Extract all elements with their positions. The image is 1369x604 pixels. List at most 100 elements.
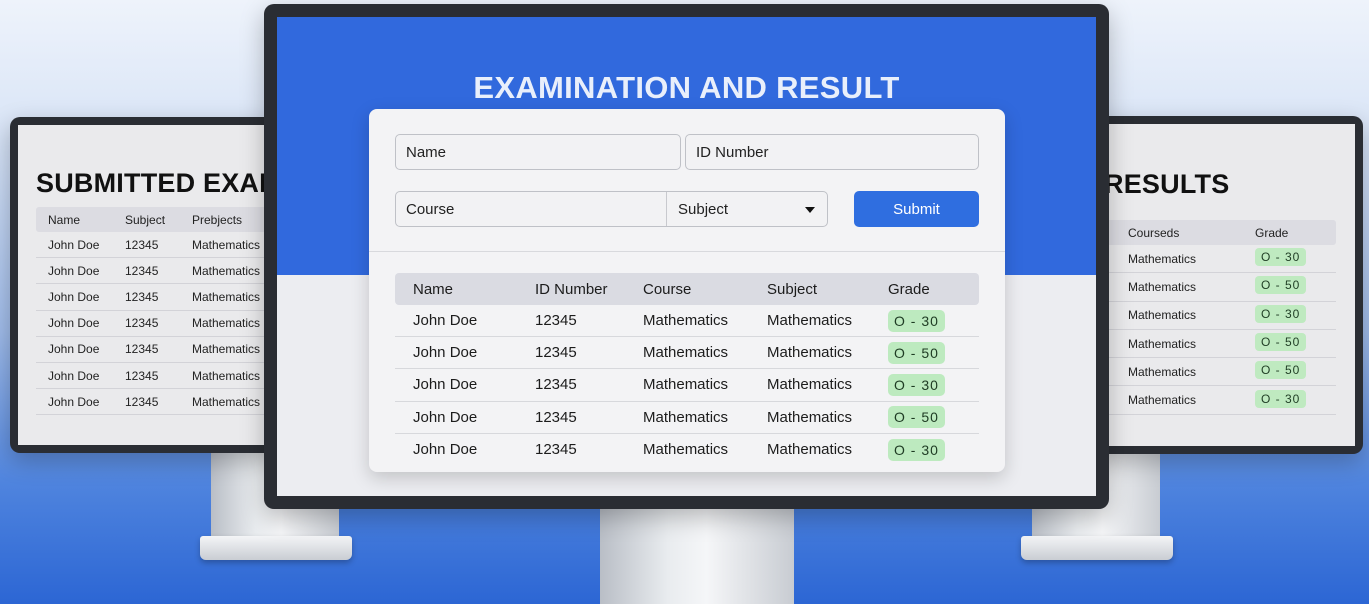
- cell-name: John Doe: [413, 312, 478, 330]
- table-row: John Doe 12345 Mathematics: [36, 363, 280, 390]
- table-row: John Doe 12345 Mathematics: [36, 311, 280, 337]
- center-monitor-screen: EXAMINATION AND RESULT Name ID Number Co…: [277, 17, 1096, 496]
- cell-subject: 12345: [125, 237, 159, 252]
- column-header-grade: Grade: [1255, 225, 1289, 240]
- cell-name: John Doe: [413, 376, 478, 394]
- cell-name: John Doe: [48, 289, 100, 304]
- cell-grade: O - 30: [888, 373, 979, 396]
- cell-course: Mathematics: [1128, 308, 1197, 323]
- cell-course: Mathematics: [643, 344, 729, 362]
- cell-name: John Doe: [48, 237, 100, 252]
- table-row: Mathematics O - 50: [1090, 330, 1336, 359]
- cell-subject: 12345: [125, 394, 159, 409]
- grade-badge: O - 50: [888, 406, 945, 429]
- table-row: Mathematics O - 50: [1090, 358, 1336, 387]
- table-row: John Doe 12345 Mathematics: [36, 232, 280, 259]
- grade-badge: O - 30: [888, 373, 945, 396]
- cell-grade: O - 50: [888, 341, 979, 364]
- page-title: EXAMINATION AND RESULT: [473, 70, 900, 105]
- submitted-exam-title: SUBMITTED EXAM: [36, 168, 280, 198]
- column-header-course: Course: [643, 280, 692, 298]
- right-monitor: RESULTS Courseds Grade Mathematics O - 30…: [1090, 116, 1363, 454]
- grade-badge: O - 30: [1255, 248, 1307, 267]
- cell-name: John Doe: [413, 441, 478, 459]
- course-input[interactable]: Course: [406, 201, 454, 218]
- cell-subject: 12345: [125, 263, 159, 278]
- cell-subject: Mathematics: [767, 312, 853, 330]
- table-row: John Doe 12345 Mathematics: [36, 284, 280, 311]
- cell-grade: O - 30: [1255, 389, 1335, 411]
- table-row: John Doe 12345 Mathematics Mathematics O - 5…: [395, 337, 979, 370]
- right-monitor-screen: RESULTS Courseds Grade Mathematics O - 30…: [1090, 124, 1355, 446]
- table-row: John Doe 12345 Mathematics: [36, 337, 280, 363]
- cell-grade: O - 30: [888, 438, 979, 461]
- left-monitor-stand-base: [200, 536, 352, 560]
- exam-form-card: Name ID Number Course Subject Submit Nam…: [369, 109, 1005, 472]
- cell-course: Mathematics: [1128, 364, 1197, 379]
- table-row: Mathematics O - 30: [1090, 386, 1336, 415]
- results-table-header: Courseds Grade: [1090, 220, 1336, 245]
- column-header-subject: Subject: [767, 280, 818, 298]
- name-input[interactable]: Name: [395, 134, 681, 170]
- table-row: Mathematics O - 30: [1090, 302, 1336, 330]
- subject-select-value: Subject: [678, 200, 729, 218]
- results-table-header: Name ID Number Course Subject Grade: [395, 273, 979, 305]
- cell-course: Mathematics: [643, 441, 729, 459]
- cell-course: Mathematics: [1128, 279, 1197, 294]
- cell-subject: 12345: [125, 342, 159, 357]
- column-header-subject: Subject: [125, 212, 166, 227]
- cell-id-number: 12345: [535, 344, 577, 362]
- table-row: Mathematics O - 30: [1090, 245, 1336, 274]
- cell-name: John Doe: [48, 368, 100, 383]
- cell-id-number: 12345: [535, 408, 577, 426]
- left-monitor: SUBMITTED EXAM Name Subject Prebjects Jo…: [10, 117, 280, 453]
- cell-subject: 12345: [125, 289, 159, 304]
- cell-subject: 12345: [125, 316, 159, 331]
- cell-course: Mathematics: [1128, 393, 1197, 408]
- cell-id-number: 12345: [535, 376, 577, 394]
- grade-badge: O - 30: [1255, 389, 1307, 408]
- cell-subject: Mathematics: [767, 376, 853, 394]
- cell-course: Mathematics: [643, 408, 729, 426]
- cell-subject: Mathematics: [767, 408, 853, 426]
- cell-name: John Doe: [48, 316, 100, 331]
- table-row: John Doe 12345 Mathematics: [36, 389, 280, 416]
- grade-badge: O - 50: [888, 341, 945, 364]
- cell-grade: O - 30: [1255, 248, 1335, 269]
- cell-name: John Doe: [48, 342, 100, 357]
- center-monitor: EXAMINATION AND RESULT Name ID Number Co…: [264, 4, 1109, 509]
- form-divider: [369, 251, 1005, 252]
- submit-button[interactable]: Submit: [854, 191, 979, 227]
- cell-name: John Doe: [48, 263, 100, 278]
- left-monitor-screen: SUBMITTED EXAM Name Subject Prebjects Jo…: [18, 125, 280, 445]
- column-header-name: Name: [413, 280, 454, 298]
- table-row: Mathematics O - 50: [1090, 273, 1336, 302]
- column-header-id-number: ID Number: [535, 280, 608, 298]
- center-monitor-stand-neck: [600, 505, 794, 604]
- cell-course: Mathematics: [1128, 336, 1197, 351]
- name-placeholder: Name: [406, 143, 447, 161]
- column-header-grade: Grade: [888, 280, 930, 298]
- cell-name: John Doe: [48, 394, 100, 409]
- table-row: John Doe 12345 Mathematics: [36, 258, 280, 285]
- chevron-down-icon: [805, 207, 815, 213]
- cell-subject: Mathematics: [767, 441, 853, 459]
- results-title: RESULTS: [1104, 169, 1230, 199]
- grade-badge: O - 30: [1255, 304, 1307, 323]
- cell-subject: 12345: [125, 368, 159, 383]
- cell-grade: O - 30: [1255, 304, 1335, 326]
- cell-grade: O - 50: [1255, 361, 1335, 382]
- cell-grade: O - 30: [888, 309, 979, 332]
- table-row: John Doe 12345 Mathematics Mathematics O - 3…: [395, 434, 979, 466]
- cell-course: Mathematics: [1128, 251, 1197, 266]
- subject-select[interactable]: Subject: [666, 192, 827, 226]
- grade-badge: O - 50: [1255, 276, 1307, 295]
- results-table: Courseds Grade Mathematics O - 30 Mathemat…: [1090, 220, 1336, 415]
- id-number-input[interactable]: ID Number: [685, 134, 979, 170]
- grade-badge: O - 30: [888, 438, 945, 461]
- cell-id-number: 12345: [535, 312, 577, 330]
- course-subject-group: Course Subject: [395, 191, 828, 227]
- results-table-main: Name ID Number Course Subject Grade John…: [395, 273, 979, 466]
- cell-course: Mathematics: [643, 312, 729, 330]
- submitted-exam-table-header: Name Subject Prebjects: [36, 207, 280, 232]
